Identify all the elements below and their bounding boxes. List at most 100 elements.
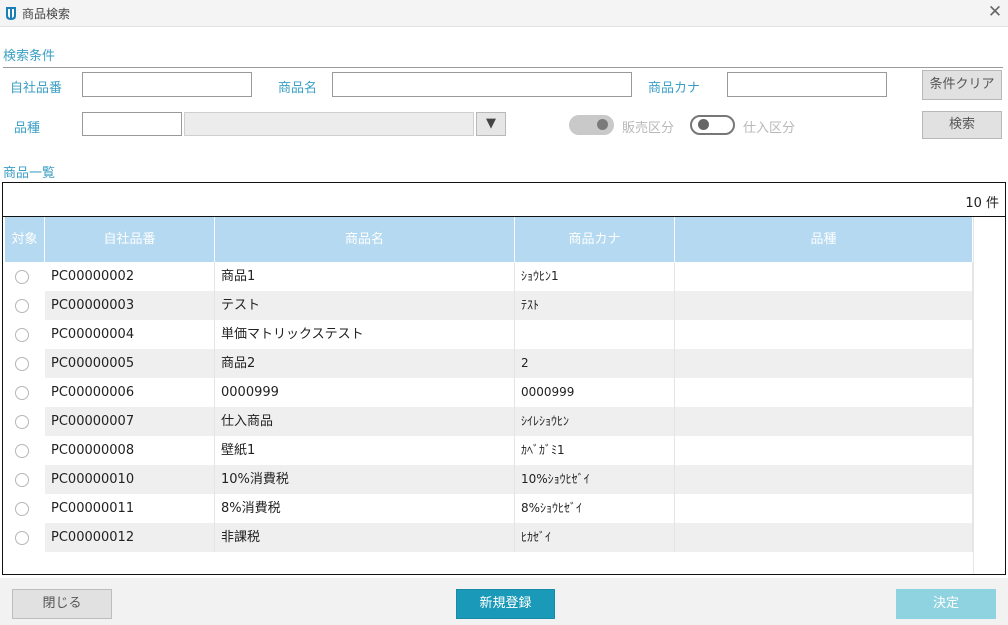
close-icon[interactable]: ✕ [986,3,1004,21]
cell-type [675,378,973,407]
cell-kana: ｼｮｳﾋﾝ1 [515,262,675,291]
cell-kana: 0000999 [515,378,675,407]
table-row[interactable]: PC00000002 商品1 ｼｮｳﾋﾝ1 [5,262,973,291]
column-header-target: 対象 [5,217,45,262]
table-row[interactable]: PC00000007 仕入商品 ｼｲﾚｼｮｳﾋﾝ [5,407,973,436]
kana-label: 商品カナ [648,81,701,96]
radio-button[interactable] [15,502,29,516]
cell-code: PC00000002 [45,262,215,291]
cell-kana: 2 [515,349,675,378]
radio-button[interactable] [15,444,29,458]
decide-button[interactable]: 決定 [896,589,996,619]
cell-kana: 8%ｼｮｳﾋｾﾞｲ [515,494,675,523]
cell-name: 単価マトリックステスト [215,320,515,349]
table-row[interactable]: PC00000005 商品2 2 [5,349,973,378]
title-bar: 商品検索 ✕ [0,0,1008,27]
new-register-button[interactable]: 新規登録 [456,589,555,619]
kana-input[interactable] [727,72,887,97]
cell-type [675,407,973,436]
cell-type [675,349,973,378]
cell-code: PC00000005 [45,349,215,378]
cell-type [675,494,973,523]
column-header-name[interactable]: 商品名 [215,217,515,262]
count-bar: 10 件 [3,183,1005,217]
row-select-cell[interactable] [5,291,45,320]
cell-code: PC00000007 [45,407,215,436]
table-row[interactable]: PC00000006 0000999 0000999 [5,378,973,407]
table-row[interactable]: PC00000008 壁紙1 ｶﾍﾞｶﾞﾐ1 [5,436,973,465]
cell-name: 非課税 [215,523,515,552]
clear-conditions-button[interactable]: 条件クリア [922,70,1002,100]
cell-name: 0000999 [215,378,515,407]
window-title: 商品検索 [22,7,71,21]
row-select-cell[interactable] [5,436,45,465]
type-label: 品種 [14,121,41,136]
app-logo-icon [6,7,16,20]
list-section-title: 商品一覧 [3,166,56,181]
result-count: 10 件 [965,196,999,211]
column-header-type[interactable]: 品種 [675,217,973,262]
table-row[interactable]: PC00000003 テスト ﾃｽﾄ [5,291,973,320]
sales-category-label: 販売区分 [622,121,675,136]
cell-name: テスト [215,291,515,320]
table-row[interactable]: PC00000011 8%消費税 8%ｼｮｳﾋｾﾞｲ [5,494,973,523]
radio-button[interactable] [15,531,29,545]
triangle-down-icon[interactable]: ▼ [476,112,506,136]
search-button[interactable]: 検索 [922,111,1002,139]
sales-category-toggle[interactable] [569,115,614,135]
code-input[interactable] [82,72,252,97]
type-select[interactable] [184,112,474,136]
purchase-category-label: 仕入区分 [743,121,796,136]
column-header-code[interactable]: 自社品番 [45,217,215,262]
radio-button[interactable] [15,328,29,342]
vertical-scrollbar[interactable] [973,217,1005,574]
code-label: 自社品番 [10,81,63,96]
cell-type [675,262,973,291]
row-select-cell[interactable] [5,349,45,378]
purchase-category-toggle[interactable] [690,115,735,135]
radio-button[interactable] [15,473,29,487]
cell-code: PC00000010 [45,465,215,494]
search-section-title: 検索条件 [3,49,56,64]
cell-type [675,320,973,349]
radio-button[interactable] [15,299,29,313]
table-row[interactable]: PC00000004 単価マトリックステスト [5,320,973,349]
radio-button[interactable] [15,415,29,429]
close-button[interactable]: 閉じる [12,589,112,619]
row-select-cell[interactable] [5,523,45,552]
cell-code: PC00000008 [45,436,215,465]
row-select-cell[interactable] [5,494,45,523]
type-code-input[interactable] [82,112,182,136]
cell-type [675,291,973,320]
cell-kana: ｼｲﾚｼｮｳﾋﾝ [515,407,675,436]
radio-button[interactable] [15,386,29,400]
table-header: 対象 自社品番 商品名 商品カナ 品種 [5,217,973,262]
cell-kana: ﾃｽﾄ [515,291,675,320]
cell-name: 商品1 [215,262,515,291]
cell-name: 壁紙1 [215,436,515,465]
cell-kana: ﾋｶｾﾞｲ [515,523,675,552]
row-select-cell[interactable] [5,378,45,407]
radio-button[interactable] [15,357,29,371]
name-label: 商品名 [278,81,318,96]
cell-type [675,436,973,465]
table-body: PC00000002 商品1 ｼｮｳﾋﾝ1 PC00000003 テスト ﾃｽﾄ… [5,262,973,552]
column-header-kana[interactable]: 商品カナ [515,217,675,262]
table-row[interactable]: PC00000012 非課税 ﾋｶｾﾞｲ [5,523,973,552]
product-grid: 10 件 対象 自社品番 商品名 商品カナ 品種 PC00000002 商品1 … [2,182,1006,575]
cell-code: PC00000003 [45,291,215,320]
table-row[interactable]: PC00000010 10%消費税 10%ｼｮｳﾋｾﾞｲ [5,465,973,494]
cell-code: PC00000011 [45,494,215,523]
cell-name: 10%消費税 [215,465,515,494]
row-select-cell[interactable] [5,320,45,349]
footer-bar: 閉じる 新規登録 決定 [0,578,1008,625]
row-select-cell[interactable] [5,407,45,436]
row-select-cell[interactable] [5,262,45,291]
cell-type [675,465,973,494]
name-input[interactable] [332,72,632,97]
row-select-cell[interactable] [5,465,45,494]
radio-button[interactable] [15,270,29,284]
cell-name: 仕入商品 [215,407,515,436]
cell-name: 8%消費税 [215,494,515,523]
cell-code: PC00000004 [45,320,215,349]
